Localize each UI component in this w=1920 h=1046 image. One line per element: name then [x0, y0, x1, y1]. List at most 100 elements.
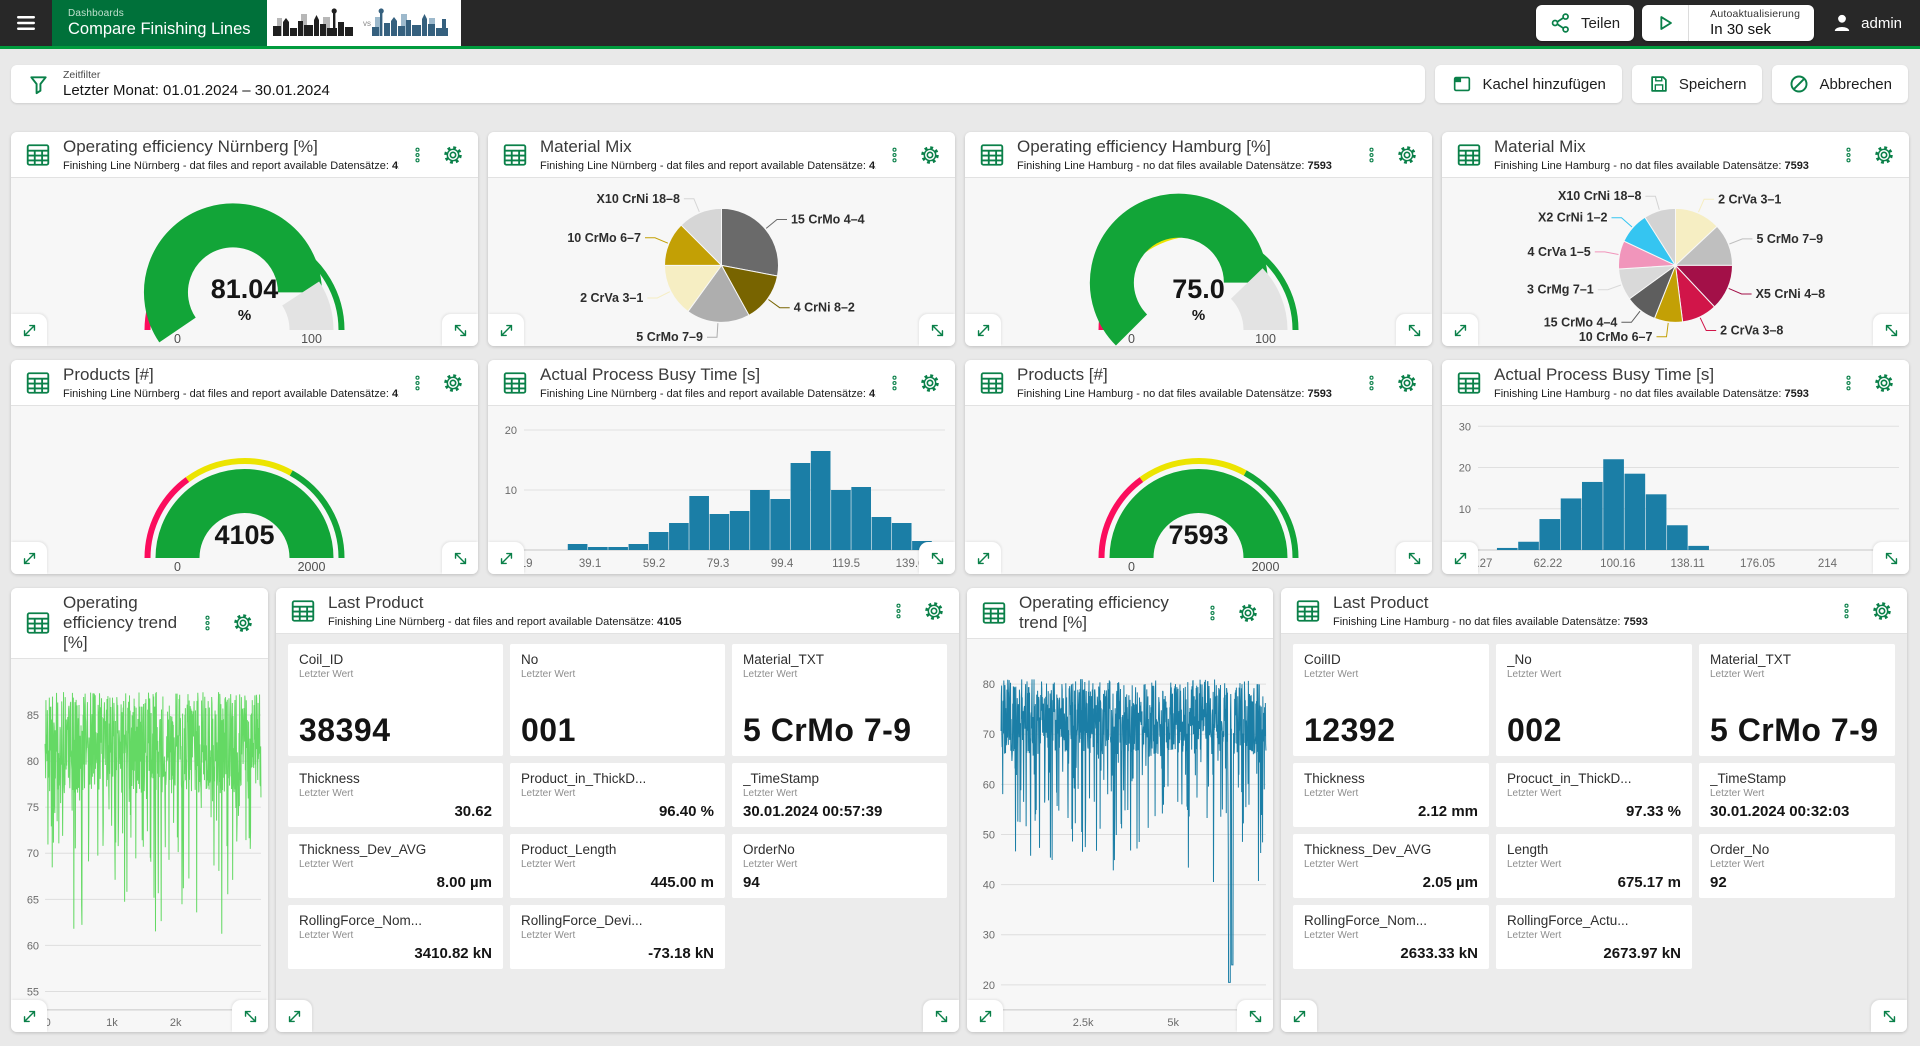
kebab-menu-icon[interactable]	[1838, 600, 1855, 622]
resize-button[interactable]	[1396, 542, 1432, 574]
expand-button[interactable]	[967, 1000, 1003, 1032]
hamburger-menu-button[interactable]	[0, 0, 52, 46]
svg-text:0: 0	[174, 560, 181, 574]
dashboard-title-tile[interactable]: Dashboards Compare Finishing Lines	[52, 0, 267, 46]
svg-text:4 CrNi 8–2: 4 CrNi 8–2	[794, 301, 855, 315]
svg-text:75: 75	[27, 802, 39, 814]
time-filter[interactable]: Zeitfilter Letzter Monat: 01.01.2024 – 3…	[11, 65, 1425, 103]
resize-icon	[1247, 1008, 1264, 1025]
expand-button[interactable]	[488, 542, 524, 574]
expand-button[interactable]	[1281, 1000, 1317, 1032]
settings-gear-icon[interactable]	[1871, 600, 1893, 622]
tile-material-mix-hamburg: Material Mix Finishing Line Hamburg - no…	[1442, 132, 1909, 346]
resize-button[interactable]	[442, 542, 478, 574]
tile-subtitle: Finishing Line Nürnberg - dat files and …	[540, 160, 876, 172]
resize-button[interactable]	[919, 314, 955, 346]
share-button[interactable]: Teilen	[1536, 5, 1634, 41]
topbar-spacer	[461, 0, 1532, 46]
svg-text:1k: 1k	[106, 1017, 118, 1029]
resize-button[interactable]	[919, 542, 955, 574]
svg-text:15 CrMo 4–4: 15 CrMo 4–4	[791, 212, 865, 226]
field-value: 5 CrMo 7-9	[1710, 712, 1884, 749]
kebab-menu-icon[interactable]	[1840, 144, 1857, 166]
settings-gear-icon[interactable]	[919, 372, 941, 394]
kebab-menu-icon[interactable]	[199, 612, 216, 634]
kebab-menu-icon[interactable]	[1840, 372, 1857, 394]
resize-button[interactable]	[923, 1000, 959, 1032]
cancel-button[interactable]: Abbrechen	[1772, 65, 1908, 103]
username: admin	[1861, 15, 1902, 32]
field-label: Thickness_Dev_AVG	[1304, 842, 1478, 857]
kebab-menu-icon[interactable]	[1363, 372, 1380, 394]
tile-title: Operating efficiency Hamburg [%]	[1017, 137, 1353, 157]
settings-gear-icon[interactable]	[232, 612, 254, 634]
autorefresh-button[interactable]: Autoaktualisierung In 30 sek	[1642, 5, 1814, 41]
svg-text:2000: 2000	[298, 560, 326, 574]
time-filter-value: Letzter Monat: 01.01.2024 – 30.01.2024	[63, 82, 330, 99]
settings-gear-icon[interactable]	[923, 600, 945, 622]
kebab-menu-icon[interactable]	[1363, 144, 1380, 166]
save-button[interactable]: Speichern	[1632, 65, 1763, 103]
field-label: Procuct_in_ThickD...	[1507, 771, 1681, 786]
add-tile-button[interactable]: Kachel hinzufügen	[1435, 65, 1621, 103]
last-product-cell: OrderNoLetzter Wert94	[732, 834, 947, 898]
tile-last-product-hamburg: Last Product Finishing Line Hamburg - no…	[1281, 588, 1907, 1032]
kebab-menu-icon[interactable]	[886, 144, 903, 166]
hamburger-menu-icon	[14, 11, 38, 35]
svg-text:214: 214	[1818, 558, 1838, 570]
kebab-menu-icon[interactable]	[886, 372, 903, 394]
resize-button[interactable]	[1871, 1000, 1907, 1032]
tile-body: 010201939.159.279.399.4119.5139.6	[488, 406, 955, 574]
tile-subtitle: Finishing Line Hamburg - no dat files av…	[1494, 388, 1830, 400]
settings-gear-icon[interactable]	[1396, 372, 1418, 394]
settings-gear-icon[interactable]	[442, 144, 464, 166]
expand-button[interactable]	[11, 1000, 47, 1032]
resize-button[interactable]	[1237, 1000, 1273, 1032]
tile-products-nuernberg: Products [#] Finishing Line Nürnberg - d…	[11, 360, 478, 574]
resize-button[interactable]	[1873, 314, 1909, 346]
expand-button[interactable]	[1442, 314, 1478, 346]
expand-button[interactable]	[276, 1000, 312, 1032]
expand-button[interactable]	[11, 314, 47, 346]
settings-gear-icon[interactable]	[1873, 372, 1895, 394]
field-subtitle: Letzter Wert	[1304, 859, 1478, 870]
field-value: 002	[1507, 712, 1681, 749]
tile-title: Products [#]	[1017, 365, 1353, 385]
expand-button[interactable]	[11, 542, 47, 574]
kebab-menu-icon[interactable]	[890, 600, 907, 622]
expand-button[interactable]	[488, 314, 524, 346]
tile-title: Material Mix	[1494, 137, 1830, 157]
resize-icon	[242, 1008, 259, 1025]
svg-text:0: 0	[1128, 332, 1135, 346]
settings-gear-icon[interactable]	[1873, 144, 1895, 166]
kebab-menu-icon[interactable]	[409, 144, 426, 166]
gauge-chart: 759302000	[965, 406, 1432, 574]
play-icon	[1654, 12, 1676, 34]
user-menu[interactable]: admin	[1818, 0, 1920, 46]
resize-button[interactable]	[232, 1000, 268, 1032]
tile-header: Operating efficiency Hamburg [%] Finishi…	[965, 132, 1432, 178]
svg-text:20: 20	[983, 980, 995, 992]
kebab-menu-icon[interactable]	[1204, 602, 1221, 624]
svg-text:2 CrVa 3–1: 2 CrVa 3–1	[580, 291, 643, 305]
expand-button[interactable]	[965, 314, 1001, 346]
settings-gear-icon[interactable]	[442, 372, 464, 394]
field-value: 5 CrMo 7-9	[743, 712, 936, 749]
add-tile-label: Kachel hinzufügen	[1482, 76, 1605, 93]
field-label: Material_TXT	[1710, 652, 1884, 667]
settings-gear-icon[interactable]	[919, 144, 941, 166]
kebab-menu-icon[interactable]	[409, 372, 426, 394]
tile-subtitle: Finishing Line Nürnberg - dat files and …	[540, 388, 876, 400]
expand-button[interactable]	[1442, 542, 1478, 574]
settings-gear-icon[interactable]	[1396, 144, 1418, 166]
pie-chart: 2 CrVa 3–15 CrMo 7–9X5 CrNi 4–82 CrVa 3–…	[1442, 178, 1909, 346]
tile-title: Operating efficiency trend [%]	[1019, 593, 1194, 633]
expand-button[interactable]	[965, 542, 1001, 574]
svg-text:10: 10	[505, 485, 517, 497]
resize-button[interactable]	[1396, 314, 1432, 346]
tile-header: Material Mix Finishing Line Nürnberg - d…	[488, 132, 955, 178]
resize-button[interactable]	[442, 314, 478, 346]
field-label: Thickness_Dev_AVG	[299, 842, 492, 857]
settings-gear-icon[interactable]	[1237, 602, 1259, 624]
resize-button[interactable]	[1873, 542, 1909, 574]
